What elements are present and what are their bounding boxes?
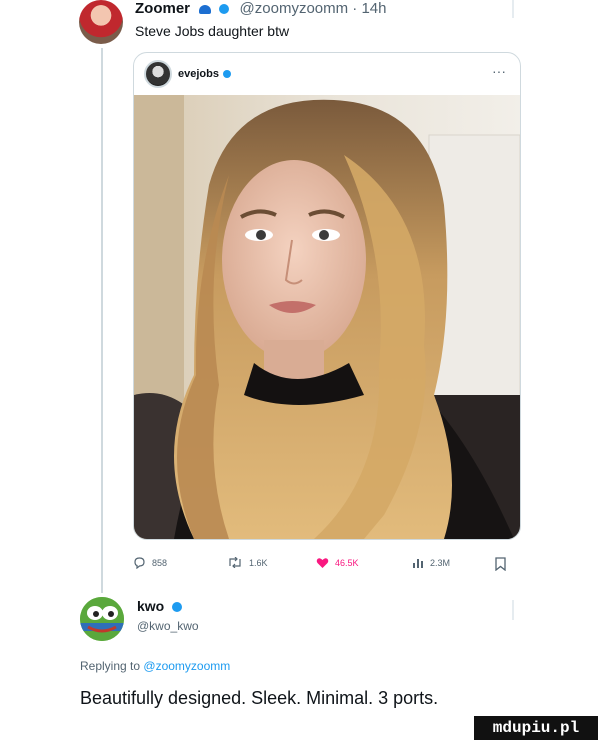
- verified-badge-icon: [219, 4, 230, 15]
- views-count: 2.3M: [430, 557, 451, 568]
- bookmark-icon: [495, 557, 506, 571]
- watermark: mdupiu.pl: [474, 716, 598, 740]
- views-button[interactable]: 2.3M: [412, 557, 450, 568]
- reply-author-handle[interactable]: @kwo_kwo: [137, 619, 199, 633]
- reply-avatar[interactable]: [80, 597, 124, 641]
- replying-to: Replying to @zoomyzoomm: [80, 659, 230, 673]
- thread-line: [101, 48, 103, 593]
- quote-tweet-card[interactable]: evejobs ···: [133, 52, 521, 540]
- quote-photo[interactable]: [134, 95, 520, 539]
- reply-button[interactable]: 858: [133, 557, 167, 569]
- author-handle[interactable]: @zoomyzoomm: [240, 0, 349, 17]
- author-name[interactable]: Zoomer: [135, 0, 190, 17]
- avatar[interactable]: [79, 0, 123, 44]
- more-options-icon[interactable]: ···: [492, 63, 506, 79]
- tweet-text: Steve Jobs daughter btw: [135, 23, 290, 39]
- like-count: 46.5K: [335, 558, 359, 568]
- heart-icon: [316, 558, 329, 568]
- reply-text: Beautifully designed. Sleek. Minimal. 3 …: [80, 688, 439, 708]
- verified-badge-icon: [172, 602, 183, 613]
- views-chart-icon: [413, 559, 423, 568]
- scroll-mark: [512, 600, 514, 620]
- hat-emoji-icon: [199, 4, 212, 14]
- reply-author-name[interactable]: kwo: [137, 598, 164, 614]
- verified-badge-icon: [222, 70, 231, 78]
- quote-header: evejobs: [144, 59, 231, 89]
- retweet-count: 1.6K: [249, 557, 268, 568]
- retweet-button[interactable]: 1.6K: [227, 557, 268, 568]
- reply-count: 858: [152, 558, 168, 568]
- replying-prefix: Replying to: [80, 659, 141, 673]
- scroll-mark: [512, 0, 514, 18]
- tweet-header: Zoomer @zoomyzoomm · 14h: [135, 0, 387, 17]
- replying-to-link[interactable]: @zoomyzoomm: [143, 659, 230, 673]
- timestamp[interactable]: 14h: [361, 0, 386, 17]
- reply-icon: [134, 557, 145, 569]
- frog-avatar-icon: [80, 597, 124, 641]
- reply-author: kwo: [137, 598, 183, 614]
- separator-dot: ·: [352, 0, 358, 17]
- like-button[interactable]: 46.5K: [316, 557, 359, 569]
- quote-avatar[interactable]: [144, 60, 172, 88]
- action-bar: 858 1.6K 46.5K 2.3M: [133, 557, 523, 579]
- quote-author-name[interactable]: evejobs: [178, 68, 219, 80]
- retweet-icon: [229, 557, 241, 568]
- bookmark-button[interactable]: [495, 557, 506, 571]
